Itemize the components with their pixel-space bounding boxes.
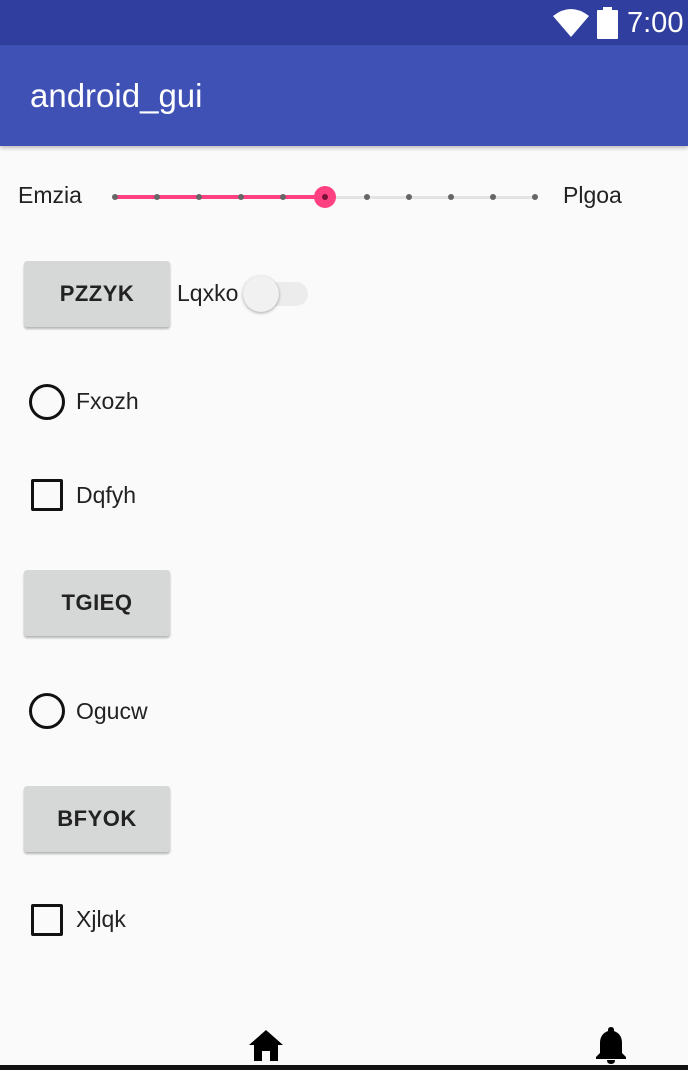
tgieq-button[interactable]: TGIEQ — [24, 570, 170, 636]
switch-thumb[interactable] — [243, 276, 279, 312]
switch-label: Lqxko — [177, 280, 239, 306]
seekbar-tick — [364, 194, 370, 200]
seekbar-tick — [196, 194, 202, 200]
pzzyk-button[interactable]: PZZYK — [24, 261, 170, 327]
checkbox-dqfyh[interactable] — [31, 479, 63, 511]
seekbar-left-label: Emzia — [18, 182, 82, 208]
radio-fxozh-label: Fxozh — [76, 388, 139, 414]
bfyok-button[interactable]: BFYOK — [24, 786, 170, 852]
seekbar-row: Emzia Plgoa — [0, 176, 688, 218]
seekbar-tick — [280, 194, 286, 200]
battery-icon — [597, 7, 618, 39]
seekbar-tick — [448, 194, 454, 200]
seekbar-tick — [490, 194, 496, 200]
bell-icon[interactable] — [595, 1026, 627, 1064]
radio-ogucw[interactable] — [29, 693, 65, 729]
seekbar-right-label: Plgoa — [563, 182, 622, 208]
radio-fxozh[interactable] — [29, 384, 65, 420]
app-bar: android_gui — [0, 45, 688, 146]
seekbar-tick — [154, 194, 160, 200]
wifi-icon — [553, 9, 589, 37]
seekbar-tick — [112, 194, 118, 200]
status-clock: 7:00 — [627, 7, 684, 39]
app-title: android_gui — [30, 77, 203, 114]
seekbar-progress — [115, 195, 325, 199]
checkbox-xjlqk[interactable] — [31, 904, 63, 936]
bottom-navigation — [0, 1020, 688, 1070]
nav-edge — [0, 1065, 688, 1070]
seekbar-tick — [238, 194, 244, 200]
status-bar: 7:00 — [0, 0, 688, 45]
checkbox-dqfyh-label: Dqfyh — [76, 482, 137, 508]
checkbox-xjlqk-label: Xjlqk — [76, 906, 126, 932]
radio-ogucw-label: Ogucw — [76, 698, 148, 724]
seekbar-tick — [406, 194, 412, 200]
seekbar-tick — [532, 194, 538, 200]
seekbar-thumb[interactable] — [314, 186, 336, 208]
home-icon[interactable] — [248, 1028, 284, 1062]
